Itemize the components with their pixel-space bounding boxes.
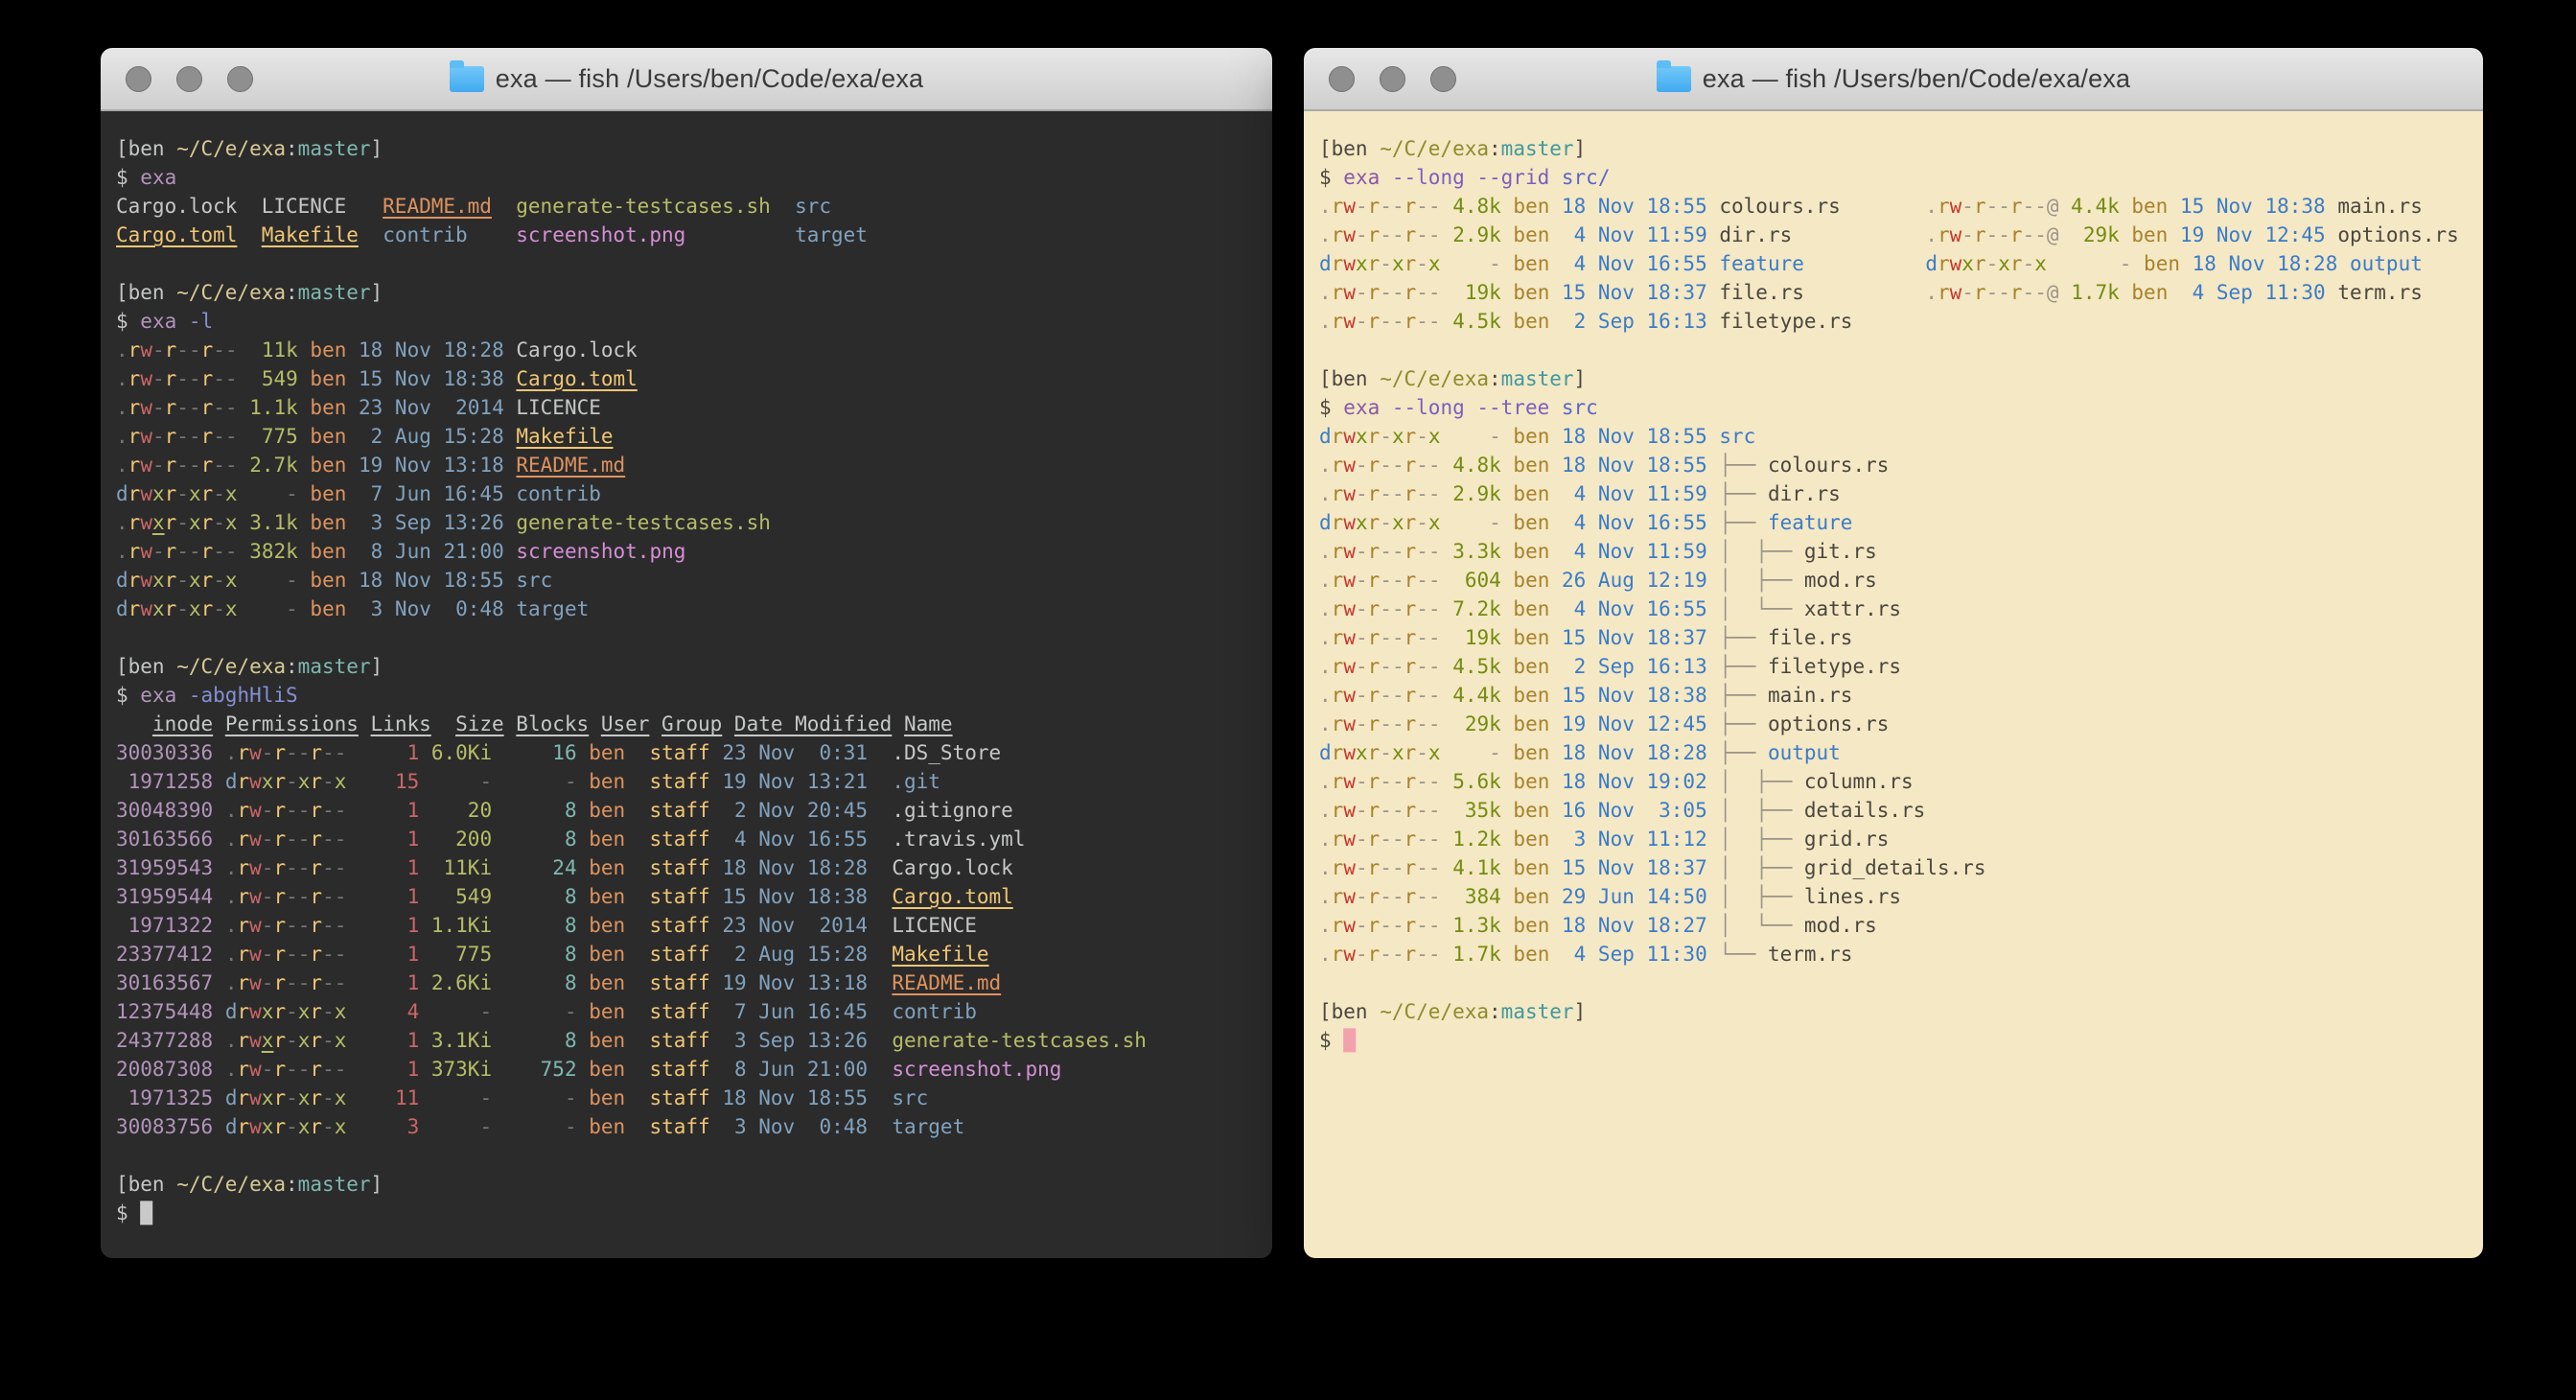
terminal-line: Cargo.lock LICENCE README.md generate-te… (116, 192, 1259, 221)
terminal-line: .rw-r--r-- 1.3k ben 18 Nov 18:27 │ └── m… (1319, 911, 2470, 940)
terminal-line: .rw-r--r-- 7.2k ben 4 Nov 16:55 │ └── xa… (1319, 595, 2470, 623)
terminal-line: .rw-r--r-- 2.9k ben 4 Nov 11:59 dir.rs .… (1319, 221, 2470, 249)
terminal-line: 30083756 drwxr-xr-x 3 - - ben staff 3 No… (116, 1112, 1259, 1141)
terminal-line: 1971322 .rw-r--r-- 1 1.1Ki 8 ben staff 2… (116, 911, 1259, 940)
terminal-line: 20087308 .rw-r--r-- 1 373Ki 752 ben staf… (116, 1055, 1259, 1084)
terminal-content[interactable]: [ben ~/C/e/exa:master]$ exaCargo.lock LI… (101, 111, 1272, 1258)
terminal-line: .rw-r--r-- 2.9k ben 4 Nov 11:59 ├── dir.… (1319, 479, 2470, 508)
terminal-line: [ben ~/C/e/exa:master] (1319, 364, 2470, 393)
terminal-line: 31959543 .rw-r--r-- 1 11Ki 24 ben staff … (116, 853, 1259, 882)
terminal-line: .rw-r--r-- 4.8k ben 18 Nov 18:55 ├── col… (1319, 451, 2470, 479)
terminal-line (1319, 336, 2470, 364)
terminal-line: $ █ (116, 1199, 1259, 1227)
terminal-line: 1971258 drwxr-xr-x 15 - - ben staff 19 N… (116, 767, 1259, 796)
terminal-line: $ exa --long --grid src/ (1319, 163, 2470, 192)
terminal-line: .rw-r--r-- 1.7k ben 4 Sep 11:30 └── term… (1319, 940, 2470, 968)
terminal-line: 30048390 .rw-r--r-- 1 20 8 ben staff 2 N… (116, 796, 1259, 825)
terminal-line: .rw-r--r-- 4.5k ben 2 Sep 16:13 filetype… (1319, 307, 2470, 336)
terminal-line: .rwxr-xr-x 3.1k ben 3 Sep 13:26 generate… (116, 508, 1259, 537)
terminal-line: drwxr-xr-x - ben 3 Nov 0:48 target (116, 595, 1259, 623)
folder-icon (1657, 66, 1691, 92)
terminal-line: drwxr-xr-x - ben 4 Nov 16:55 ├── feature (1319, 508, 2470, 537)
terminal-line: .rw-r--r-- 382k ben 8 Jun 21:00 screensh… (116, 537, 1259, 566)
terminal-line: 23377412 .rw-r--r-- 1 775 8 ben staff 2 … (116, 940, 1259, 968)
terminal-line: [ben ~/C/e/exa:master] (1319, 134, 2470, 163)
terminal-line: .rw-r--r-- 19k ben 15 Nov 18:37 file.rs … (1319, 278, 2470, 307)
window-title: exa — fish /Users/ben/Code/exa/exa (1703, 64, 2131, 94)
window-titlebar[interactable]: exa — fish /Users/ben/Code/exa/exa (101, 48, 1272, 111)
terminal-line: .rw-r--r-- 35k ben 16 Nov 3:05 │ ├── det… (1319, 796, 2470, 825)
terminal-line: 30030336 .rw-r--r-- 1 6.0Ki 16 ben staff… (116, 738, 1259, 767)
terminal-line: .rw-r--r-- 549 ben 15 Nov 18:38 Cargo.to… (116, 364, 1259, 393)
title-area: exa — fish /Users/ben/Code/exa/exa (101, 48, 1272, 109)
terminal-line: 1971325 drwxr-xr-x 11 - - ben staff 18 N… (116, 1084, 1259, 1112)
terminal-line: .rw-r--r-- 4.8k ben 18 Nov 18:55 colours… (1319, 192, 2470, 221)
terminal-line: 12375448 drwxr-xr-x 4 - - ben staff 7 Ju… (116, 997, 1259, 1026)
terminal-line: .rw-r--r-- 775 ben 2 Aug 15:28 Makefile (116, 422, 1259, 451)
terminal-line: .rw-r--r-- 29k ben 19 Nov 12:45 ├── opti… (1319, 710, 2470, 738)
terminal-line (116, 623, 1259, 652)
terminal-window-dark: exa — fish /Users/ben/Code/exa/exa [ben … (101, 48, 1272, 1258)
terminal-line: .rw-r--r-- 4.5k ben 2 Sep 16:13 ├── file… (1319, 652, 2470, 681)
terminal-content[interactable]: [ben ~/C/e/exa:master]$ exa --long --gri… (1304, 111, 2483, 1258)
terminal-line: [ben ~/C/e/exa:master] (116, 134, 1259, 163)
terminal-line: .rw-r--r-- 11k ben 18 Nov 18:28 Cargo.lo… (116, 336, 1259, 364)
terminal-line: .rw-r--r-- 4.4k ben 15 Nov 18:38 ├── mai… (1319, 681, 2470, 710)
folder-icon (450, 66, 484, 92)
terminal-line: .rw-r--r-- 604 ben 26 Aug 12:19 │ ├── mo… (1319, 566, 2470, 595)
terminal-line: [ben ~/C/e/exa:master] (1319, 997, 2470, 1026)
terminal-line (1319, 968, 2470, 997)
terminal-line: $ exa --long --tree src (1319, 393, 2470, 422)
terminal-line: $ exa -l (116, 307, 1259, 336)
terminal-line: $ exa (116, 163, 1259, 192)
terminal-line: .rw-r--r-- 2.7k ben 19 Nov 13:18 README.… (116, 451, 1259, 479)
terminal-line: [ben ~/C/e/exa:master] (116, 278, 1259, 307)
terminal-line: 30163567 .rw-r--r-- 1 2.6Ki 8 ben staff … (116, 968, 1259, 997)
terminal-line: $ █ (1319, 1026, 2470, 1055)
terminal-line: .rw-r--r-- 1.1k ben 23 Nov 2014 LICENCE (116, 393, 1259, 422)
window-title: exa — fish /Users/ben/Code/exa/exa (496, 64, 924, 94)
terminal-line: drwxr-xr-x - ben 18 Nov 18:55 src (1319, 422, 2470, 451)
title-area: exa — fish /Users/ben/Code/exa/exa (1304, 48, 2483, 109)
terminal-line: inode Permissions Links Size Blocks User… (116, 710, 1259, 738)
terminal-line: [ben ~/C/e/exa:master] (116, 652, 1259, 681)
terminal-line: [ben ~/C/e/exa:master] (116, 1170, 1259, 1199)
terminal-line: .rw-r--r-- 4.1k ben 15 Nov 18:37 │ ├── g… (1319, 853, 2470, 882)
terminal-line: .rw-r--r-- 384 ben 29 Jun 14:50 │ ├── li… (1319, 882, 2470, 911)
terminal-line (116, 1141, 1259, 1170)
terminal-line: .rw-r--r-- 3.3k ben 4 Nov 11:59 │ ├── gi… (1319, 537, 2470, 566)
window-titlebar[interactable]: exa — fish /Users/ben/Code/exa/exa (1304, 48, 2483, 111)
terminal-line: 24377288 .rwxr-xr-x 1 3.1Ki 8 ben staff … (116, 1026, 1259, 1055)
terminal-window-light: exa — fish /Users/ben/Code/exa/exa [ben … (1304, 48, 2483, 1258)
terminal-line: drwxr-xr-x - ben 7 Jun 16:45 contrib (116, 479, 1259, 508)
terminal-line: .rw-r--r-- 19k ben 15 Nov 18:37 ├── file… (1319, 623, 2470, 652)
terminal-line: .rw-r--r-- 1.2k ben 3 Nov 11:12 │ ├── gr… (1319, 825, 2470, 853)
terminal-line: 30163566 .rw-r--r-- 1 200 8 ben staff 4 … (116, 825, 1259, 853)
terminal-line: drwxr-xr-x - ben 18 Nov 18:55 src (116, 566, 1259, 595)
terminal-line: Cargo.toml Makefile contrib screenshot.p… (116, 221, 1259, 249)
terminal-line (116, 249, 1259, 278)
terminal-line: drwxr-xr-x - ben 4 Nov 16:55 feature drw… (1319, 249, 2470, 278)
terminal-line: 31959544 .rw-r--r-- 1 549 8 ben staff 15… (116, 882, 1259, 911)
terminal-line: drwxr-xr-x - ben 18 Nov 18:28 ├── output (1319, 738, 2470, 767)
terminal-line: .rw-r--r-- 5.6k ben 18 Nov 19:02 │ ├── c… (1319, 767, 2470, 796)
terminal-line: $ exa -abghHliS (116, 681, 1259, 710)
